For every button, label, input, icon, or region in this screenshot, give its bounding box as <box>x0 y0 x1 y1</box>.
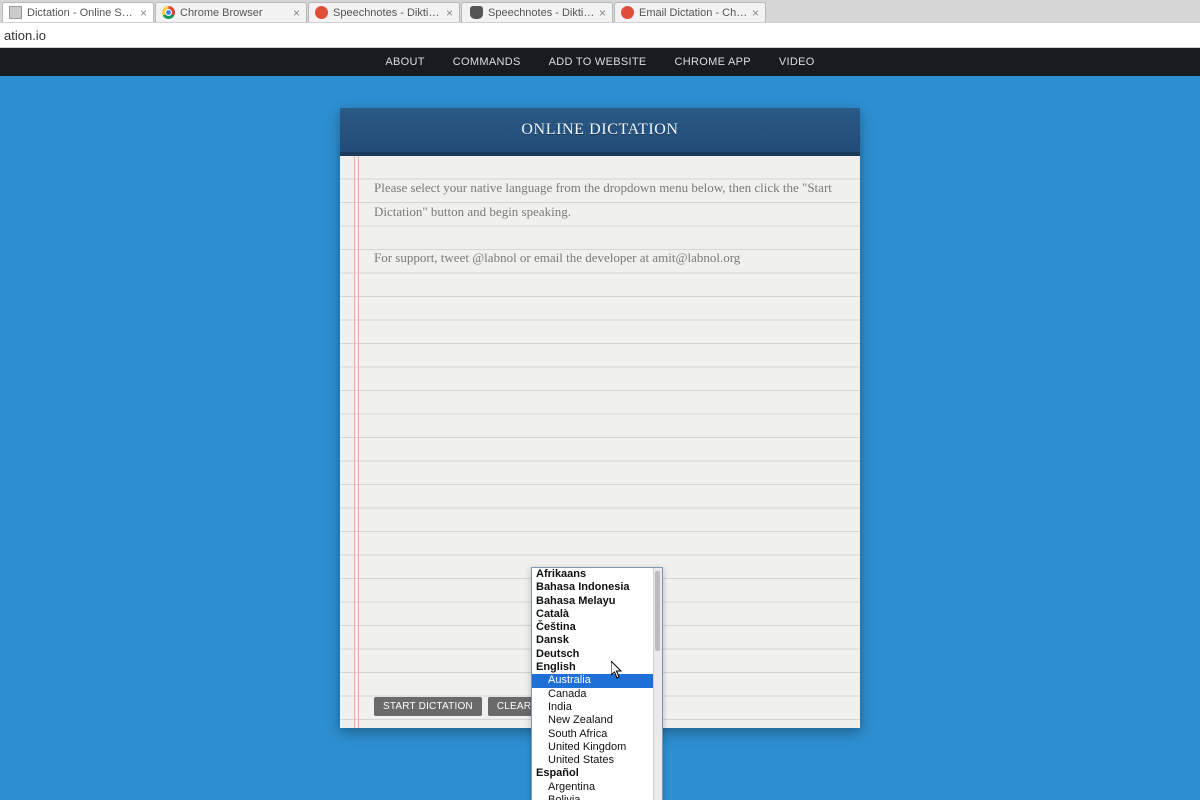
site-nav: ABOUT COMMANDS ADD TO WEBSITE CHROME APP… <box>0 48 1200 76</box>
dropdown-option[interactable]: New Zealand <box>532 714 662 727</box>
nav-commands[interactable]: COMMANDS <box>453 56 521 68</box>
dropdown-option[interactable]: Bolivia <box>532 794 662 800</box>
tab-title: Chrome Browser <box>180 7 289 19</box>
browser-tab[interactable]: Dictation - Online Speech × <box>2 2 154 22</box>
close-icon[interactable]: × <box>446 6 453 20</box>
tab-title: Email Dictation - Chrome <box>639 7 748 19</box>
browser-tab[interactable]: Speechnotes - Diktier-No × <box>461 2 613 22</box>
close-icon[interactable]: × <box>293 6 300 20</box>
close-icon[interactable]: × <box>752 6 759 20</box>
scrollbar[interactable] <box>653 568 662 800</box>
dropdown-group[interactable]: Deutsch <box>532 648 662 661</box>
dropdown-group[interactable]: Bahasa Indonesia <box>532 581 662 594</box>
dropdown-option[interactable]: Australia <box>532 674 662 687</box>
card-title: ONLINE DICTATION <box>340 108 860 156</box>
language-dropdown[interactable]: AfrikaansBahasa IndonesiaBahasa MelayuCa… <box>531 567 663 800</box>
tab-title: Speechnotes - Diktier-No <box>488 7 595 19</box>
browser-tab[interactable]: Email Dictation - Chrome × <box>614 2 766 22</box>
url-text: ation.io <box>4 28 46 43</box>
dropdown-group[interactable]: Čeština <box>532 621 662 634</box>
nav-about[interactable]: ABOUT <box>385 56 424 68</box>
tab-title: Dictation - Online Speech <box>27 7 136 19</box>
dropdown-option[interactable]: South Africa <box>532 728 662 741</box>
dropdown-option[interactable]: Argentina <box>532 781 662 794</box>
scrollbar-thumb[interactable] <box>655 571 660 651</box>
close-icon[interactable]: × <box>140 6 147 20</box>
dropdown-group[interactable]: Dansk <box>532 634 662 647</box>
support-text: For support, tweet @labnol or email the … <box>374 246 834 270</box>
instruction-text: Please select your native language from … <box>374 176 834 223</box>
browser-tab[interactable]: Speechnotes - Diktier-No × <box>308 2 460 22</box>
dropdown-group[interactable]: English <box>532 661 662 674</box>
dropdown-option[interactable]: United States <box>532 754 662 767</box>
app-icon <box>315 6 328 19</box>
browser-tab[interactable]: Chrome Browser × <box>155 2 307 22</box>
dropdown-option[interactable]: Canada <box>532 688 662 701</box>
browser-tabstrip: Dictation - Online Speech × Chrome Brows… <box>0 0 1200 22</box>
address-bar[interactable]: ation.io <box>0 22 1200 48</box>
tab-title: Speechnotes - Diktier-No <box>333 7 442 19</box>
nav-add-to-website[interactable]: ADD TO WEBSITE <box>549 56 647 68</box>
dropdown-list[interactable]: AfrikaansBahasa IndonesiaBahasa MelayuCa… <box>532 568 662 800</box>
close-icon[interactable]: × <box>599 6 606 20</box>
chrome-icon <box>162 6 175 19</box>
dropdown-option[interactable]: United Kingdom <box>532 741 662 754</box>
page-icon <box>9 6 22 19</box>
dropdown-group[interactable]: Afrikaans <box>532 568 662 581</box>
app-icon <box>621 6 634 19</box>
dropdown-option[interactable]: India <box>532 701 662 714</box>
nav-chrome-app[interactable]: CHROME APP <box>675 56 751 68</box>
dropdown-group[interactable]: Català <box>532 608 662 621</box>
dropdown-group[interactable]: Español <box>532 767 662 780</box>
page-background: ONLINE DICTATION Please select your nati… <box>0 76 1200 800</box>
dropdown-group[interactable]: Bahasa Melayu <box>532 595 662 608</box>
nav-video[interactable]: VIDEO <box>779 56 815 68</box>
start-dictation-button[interactable]: START DICTATION <box>374 697 482 716</box>
microphone-icon <box>470 6 483 19</box>
